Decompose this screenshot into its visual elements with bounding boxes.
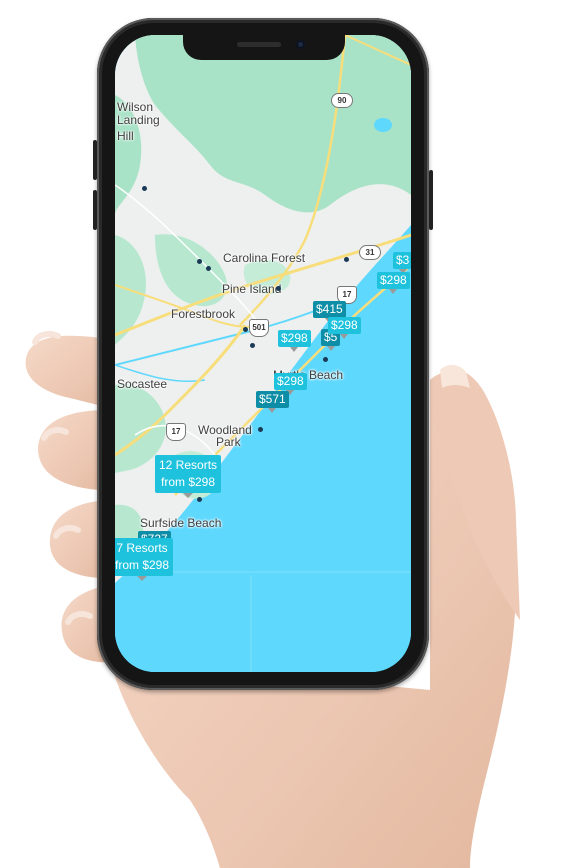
place-label-surfside-beach: Surfside Beach	[140, 516, 222, 530]
volume-button	[93, 190, 97, 230]
price-marker[interactable]: $415	[313, 301, 346, 323]
place-label-pine-island: Pine Island	[222, 282, 282, 296]
location-dot	[243, 327, 248, 332]
cluster-price: from $298	[115, 558, 170, 572]
power-button	[429, 170, 433, 230]
camera-icon	[296, 40, 305, 49]
place-label-hill: Hill	[117, 129, 134, 143]
map-view[interactable]: Wilson Landing Hill Carolina Forest Pine…	[115, 35, 411, 672]
price-marker[interactable]: $298	[278, 330, 311, 352]
price-marker[interactable]: $298	[328, 317, 361, 339]
price-marker[interactable]: $298	[274, 373, 307, 395]
price-marker[interactable]: $298	[377, 272, 410, 294]
location-dot	[197, 497, 202, 502]
location-dot	[344, 257, 349, 262]
volume-button	[93, 140, 97, 180]
resort-cluster-marker[interactable]: 7 Resorts from $298	[115, 538, 174, 581]
location-dot	[323, 357, 328, 362]
cluster-price: from $298	[161, 475, 216, 489]
place-label-socastee: Socastee	[117, 377, 168, 391]
cluster-count: 7 Resorts	[116, 541, 168, 555]
resort-cluster-marker[interactable]: 12 Resorts from $298	[155, 455, 222, 498]
place-label-forestbrook: Forestbrook	[171, 307, 236, 321]
place-label-park: Park	[216, 435, 241, 449]
location-dot	[250, 343, 255, 348]
location-dot	[197, 259, 202, 264]
hand-holding-phone-scene: Wilson Landing Hill Carolina Forest Pine…	[0, 0, 561, 868]
price-marker[interactable]: $3	[393, 252, 411, 274]
location-dot	[276, 286, 281, 291]
phone-notch	[183, 34, 345, 60]
location-dot	[206, 266, 211, 271]
place-label-carolina-forest: Carolina Forest	[223, 251, 306, 265]
location-dot	[142, 186, 147, 191]
price-marker[interactable]: $571	[256, 391, 289, 413]
speaker-icon	[237, 42, 281, 47]
route-shield-90: 90	[331, 93, 353, 108]
route-shield-31: 31	[359, 245, 381, 260]
cluster-count: 12 Resorts	[159, 458, 218, 472]
route-shield-501: 501	[249, 319, 269, 337]
map-base	[115, 35, 411, 672]
place-label-wilson: Wilson	[117, 100, 154, 114]
place-label-landing: Landing	[117, 113, 160, 127]
route-shield-17: 17	[166, 423, 186, 441]
location-dot	[258, 427, 263, 432]
